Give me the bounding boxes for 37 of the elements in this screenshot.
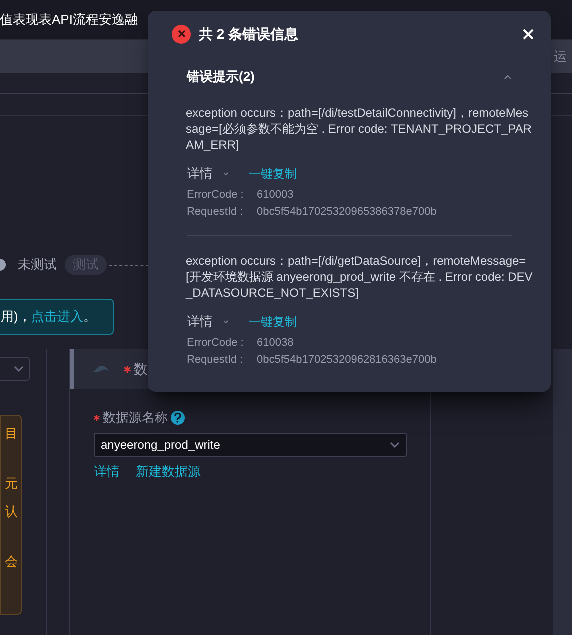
section-header[interactable]: 错误提示(2) [187, 69, 512, 85]
copy-link[interactable]: 一键复制 [249, 165, 297, 183]
card-title: 数 [134, 360, 148, 378]
field-label: 数据源名称 [103, 409, 168, 427]
field-label: RequestId : [187, 205, 244, 220]
link[interactable]: 新建数据源 [136, 462, 201, 481]
close-button[interactable] [521, 27, 535, 41]
error-icon [172, 24, 191, 44]
close-icon [522, 28, 534, 40]
error-message: exception occurs：path=[/di/getDataSource]，remoteMessage=[开发环境数据源 anyeerong_prod_write 不存在 . Error code: DEV_DATASOURCE_NOT_EXISTS] [186, 253, 533, 301]
field-label: RequestId : [187, 353, 244, 368]
warning-text: 认 [5, 504, 18, 520]
database-logo-icon [92, 364, 110, 374]
error-message: exception occurs：path=[/di/testDetailConnectivity]，remoteMessage=[必须参数不能为空 . Error code: TENANT_PROJECT_PARAM_ERR] [186, 105, 533, 153]
copy-link[interactable]: 一键复制 [249, 313, 297, 331]
chevron-down-icon [390, 442, 400, 448]
details-toggle[interactable]: 详情 [187, 312, 213, 332]
link[interactable]: 详情 [94, 462, 120, 481]
page-title: 值表现表API流程安逸融 [0, 10, 138, 29]
field-label: ErrorCode : [187, 336, 245, 351]
notice-text: 用)，点击进入。 [1, 308, 96, 326]
warning-text: 会 [5, 554, 18, 570]
datasource-select[interactable]: anyeerong_prod_write [94, 432, 407, 456]
select-field[interactable] [0, 357, 30, 381]
error-code: 610003 [257, 188, 294, 203]
field-label: ErrorCode : [187, 188, 245, 203]
request-id: 0bc5f54b17025320962816363e700b [257, 353, 437, 368]
chevron-down-icon [14, 366, 24, 372]
error-code: 610038 [257, 336, 294, 351]
warning-text: 目 [5, 426, 18, 442]
details-toggle[interactable]: 详情 [187, 164, 213, 184]
request-id: 0bc5f54b17025320965386378e700b [257, 205, 437, 220]
dialog-title: 共 2 条错误信息 [199, 24, 299, 44]
test-status: 未测试 [18, 256, 57, 274]
warning-text: 元 [5, 476, 18, 492]
help-icon[interactable] [171, 410, 185, 425]
enter-link[interactable]: 点击进入 [31, 309, 84, 324]
